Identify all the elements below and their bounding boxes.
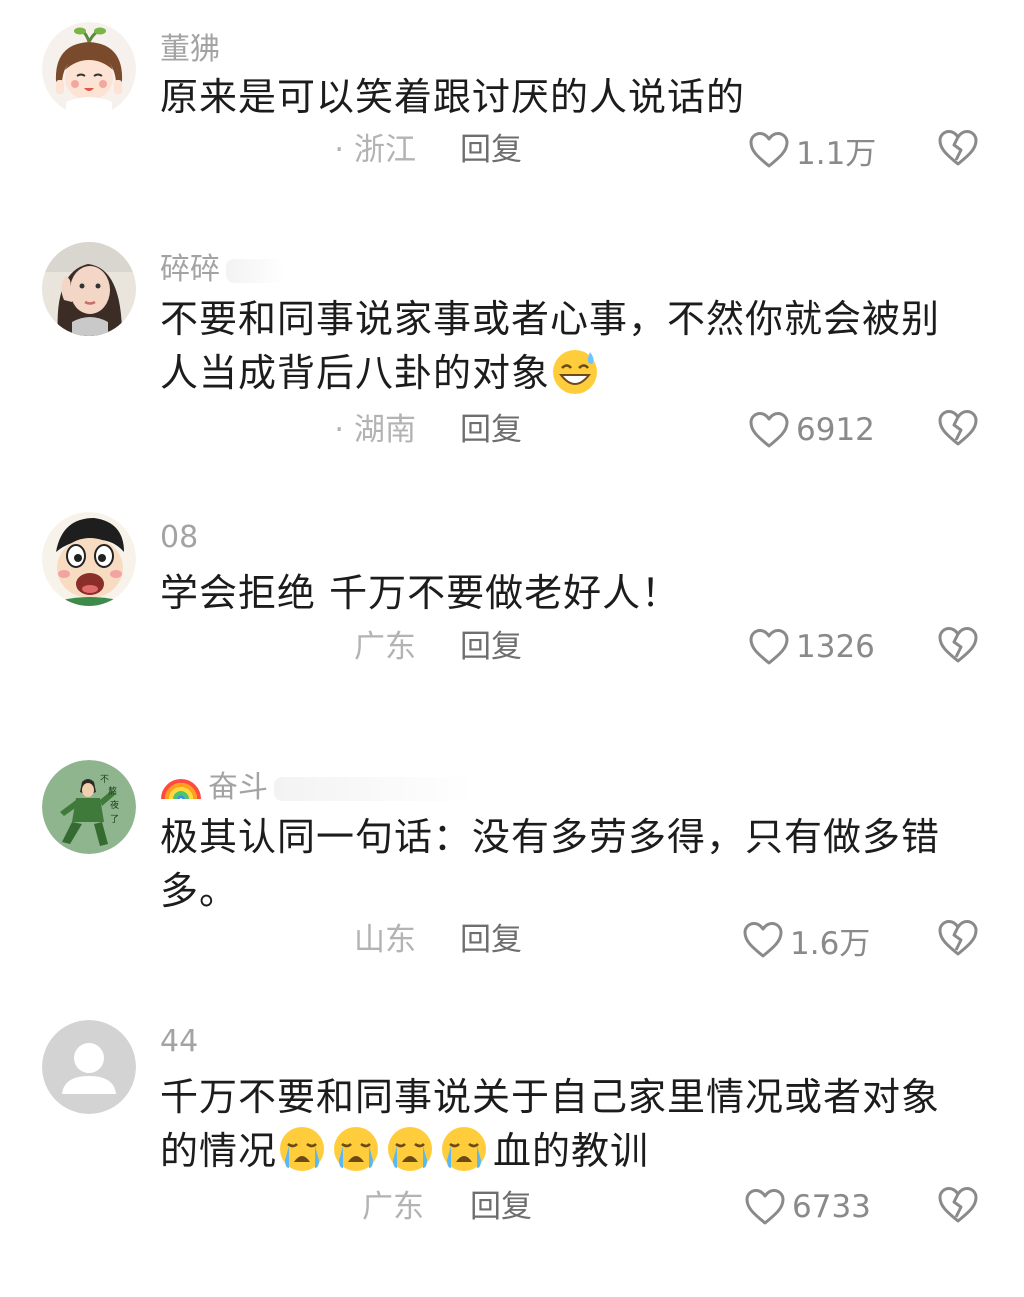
dislike-button[interactable] (937, 129, 979, 171)
avatar[interactable] (42, 512, 136, 606)
reply-button[interactable]: 回复 (460, 622, 522, 672)
username[interactable]: 08 (160, 520, 198, 555)
reply-button[interactable]: 回复 (460, 915, 522, 965)
like-button[interactable]: 6733 (744, 1182, 871, 1232)
like-count: 6912 (796, 412, 875, 448)
username[interactable]: 董狒 (160, 24, 220, 68)
avatar[interactable] (42, 1020, 136, 1114)
loudly-crying-emoji (334, 1127, 379, 1171)
comment-text: 千万不要和同事说关于自己家里情况或者对象的情况 血的教训 (160, 1070, 960, 1178)
heart-outline-icon (749, 132, 789, 168)
svg-text:不: 不 (100, 774, 109, 785)
comment-meta: 山东 回复 1.6万 (0, 915, 1024, 965)
reply-button[interactable]: 回复 (470, 1182, 532, 1232)
like-count: 6733 (792, 1189, 871, 1225)
username-text: 08 (160, 520, 199, 555)
broken-heart-icon (938, 410, 978, 446)
comment-text-tail: 血的教训 (493, 1129, 650, 1173)
username-text: 44 (160, 1024, 199, 1059)
username[interactable]: 碎碎 (160, 244, 286, 288)
location-label: · 浙江 (334, 132, 416, 168)
heart-outline-icon (749, 629, 789, 665)
username-redaction (274, 776, 474, 801)
avatar[interactable]: 不 熬 夜 了 (42, 760, 136, 854)
dislike-button[interactable] (937, 626, 979, 668)
rainbow-emoji (161, 779, 201, 800)
heart-outline-icon (743, 922, 783, 958)
location-label: 山东 (354, 922, 416, 958)
location-label: 广东 (354, 629, 416, 665)
like-count: 1326 (796, 629, 875, 665)
svg-text:夜: 夜 (110, 799, 119, 811)
heart-outline-icon (749, 412, 789, 448)
dislike-button[interactable] (937, 919, 979, 961)
username-text: 奋斗 (208, 770, 268, 805)
broken-heart-icon (938, 627, 978, 663)
username[interactable]: 44 (160, 1024, 198, 1059)
svg-text:了: 了 (110, 814, 119, 825)
username-text: 碎碎 (160, 252, 220, 287)
comment-meta: 广东 回复 1326 (0, 622, 1024, 672)
like-button[interactable]: 1.6万 (742, 915, 870, 965)
loudly-crying-emoji (442, 1127, 487, 1171)
grinning-sweat-emoji (553, 350, 598, 394)
location-label: 广东 (362, 1189, 424, 1225)
loudly-crying-emoji (280, 1127, 325, 1171)
comment-meta: 广东 回复 6733 (0, 1182, 1024, 1232)
comment-meta: · 湖南 回复 6912 (0, 405, 1024, 455)
avatar[interactable] (42, 22, 136, 116)
reply-button[interactable]: 回复 (460, 125, 522, 175)
like-count: 1.6万 (790, 925, 871, 962)
broken-heart-icon (938, 920, 978, 956)
comment-text: 原来是可以笑着跟讨厌的人说话的 (160, 75, 746, 119)
like-button[interactable]: 1326 (748, 622, 875, 672)
dislike-button[interactable] (937, 1186, 979, 1228)
comment-text: 学会拒绝 千万不要做老好人！ (160, 571, 681, 615)
comment-text: 不要和同事说家事或者心事，不然你就会被别人当成背后八卦的对象 (160, 292, 960, 400)
location-label: · 湖南 (334, 412, 416, 448)
broken-heart-icon (938, 1187, 978, 1223)
reply-button[interactable]: 回复 (460, 405, 522, 455)
comment-meta: · 浙江 回复 1.1万 (0, 125, 1024, 175)
like-button[interactable]: 6912 (748, 405, 875, 455)
like-count: 1.1万 (796, 135, 877, 172)
username[interactable]: 奋斗 (160, 762, 474, 806)
dislike-button[interactable] (937, 409, 979, 451)
like-button[interactable]: 1.1万 (748, 125, 876, 175)
avatar[interactable] (42, 242, 136, 336)
broken-heart-icon (938, 130, 978, 166)
comment-text: 极其认同一句话：没有多劳多得，只有做多错多。 (160, 815, 941, 913)
username-redaction (226, 258, 286, 283)
username-text: 董狒 (160, 32, 220, 67)
heart-outline-icon (745, 1189, 785, 1225)
loudly-crying-emoji (388, 1127, 433, 1171)
svg-text:熬: 熬 (108, 785, 117, 797)
